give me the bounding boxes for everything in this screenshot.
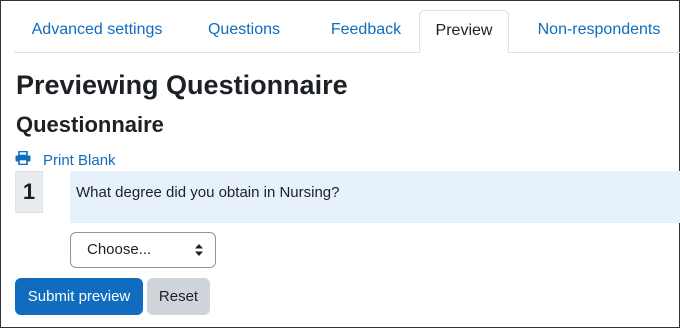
question-number: 1 [15, 171, 43, 213]
print-blank-label: Print Blank [43, 151, 116, 169]
tab-feedback[interactable]: Feedback [310, 10, 422, 52]
section-title: Questionnaire [16, 112, 164, 137]
tab-questions[interactable]: Questions [194, 10, 294, 52]
question-text-container: What degree did you obtain in Nursing? [70, 171, 680, 223]
reset-button[interactable]: Reset [147, 278, 210, 315]
question-text: What degree did you obtain in Nursing? [76, 184, 340, 201]
nav-tabs: Advanced settings Questions Feedback Pre… [14, 10, 680, 53]
tab-non-respondents[interactable]: Non-respondents [524, 10, 674, 52]
print-icon [15, 150, 43, 169]
tab-preview[interactable]: Preview [419, 10, 509, 53]
submit-preview-button[interactable]: Submit preview [15, 278, 143, 315]
page-title: Previewing Questionnaire [16, 70, 348, 100]
sort-arrows-icon [195, 244, 203, 256]
answer-select-value: Choose... [87, 241, 152, 258]
print-blank-link[interactable]: Print Blank [15, 150, 116, 170]
answer-select[interactable]: Choose... [70, 232, 216, 268]
tab-advanced-settings[interactable]: Advanced settings [14, 10, 180, 52]
